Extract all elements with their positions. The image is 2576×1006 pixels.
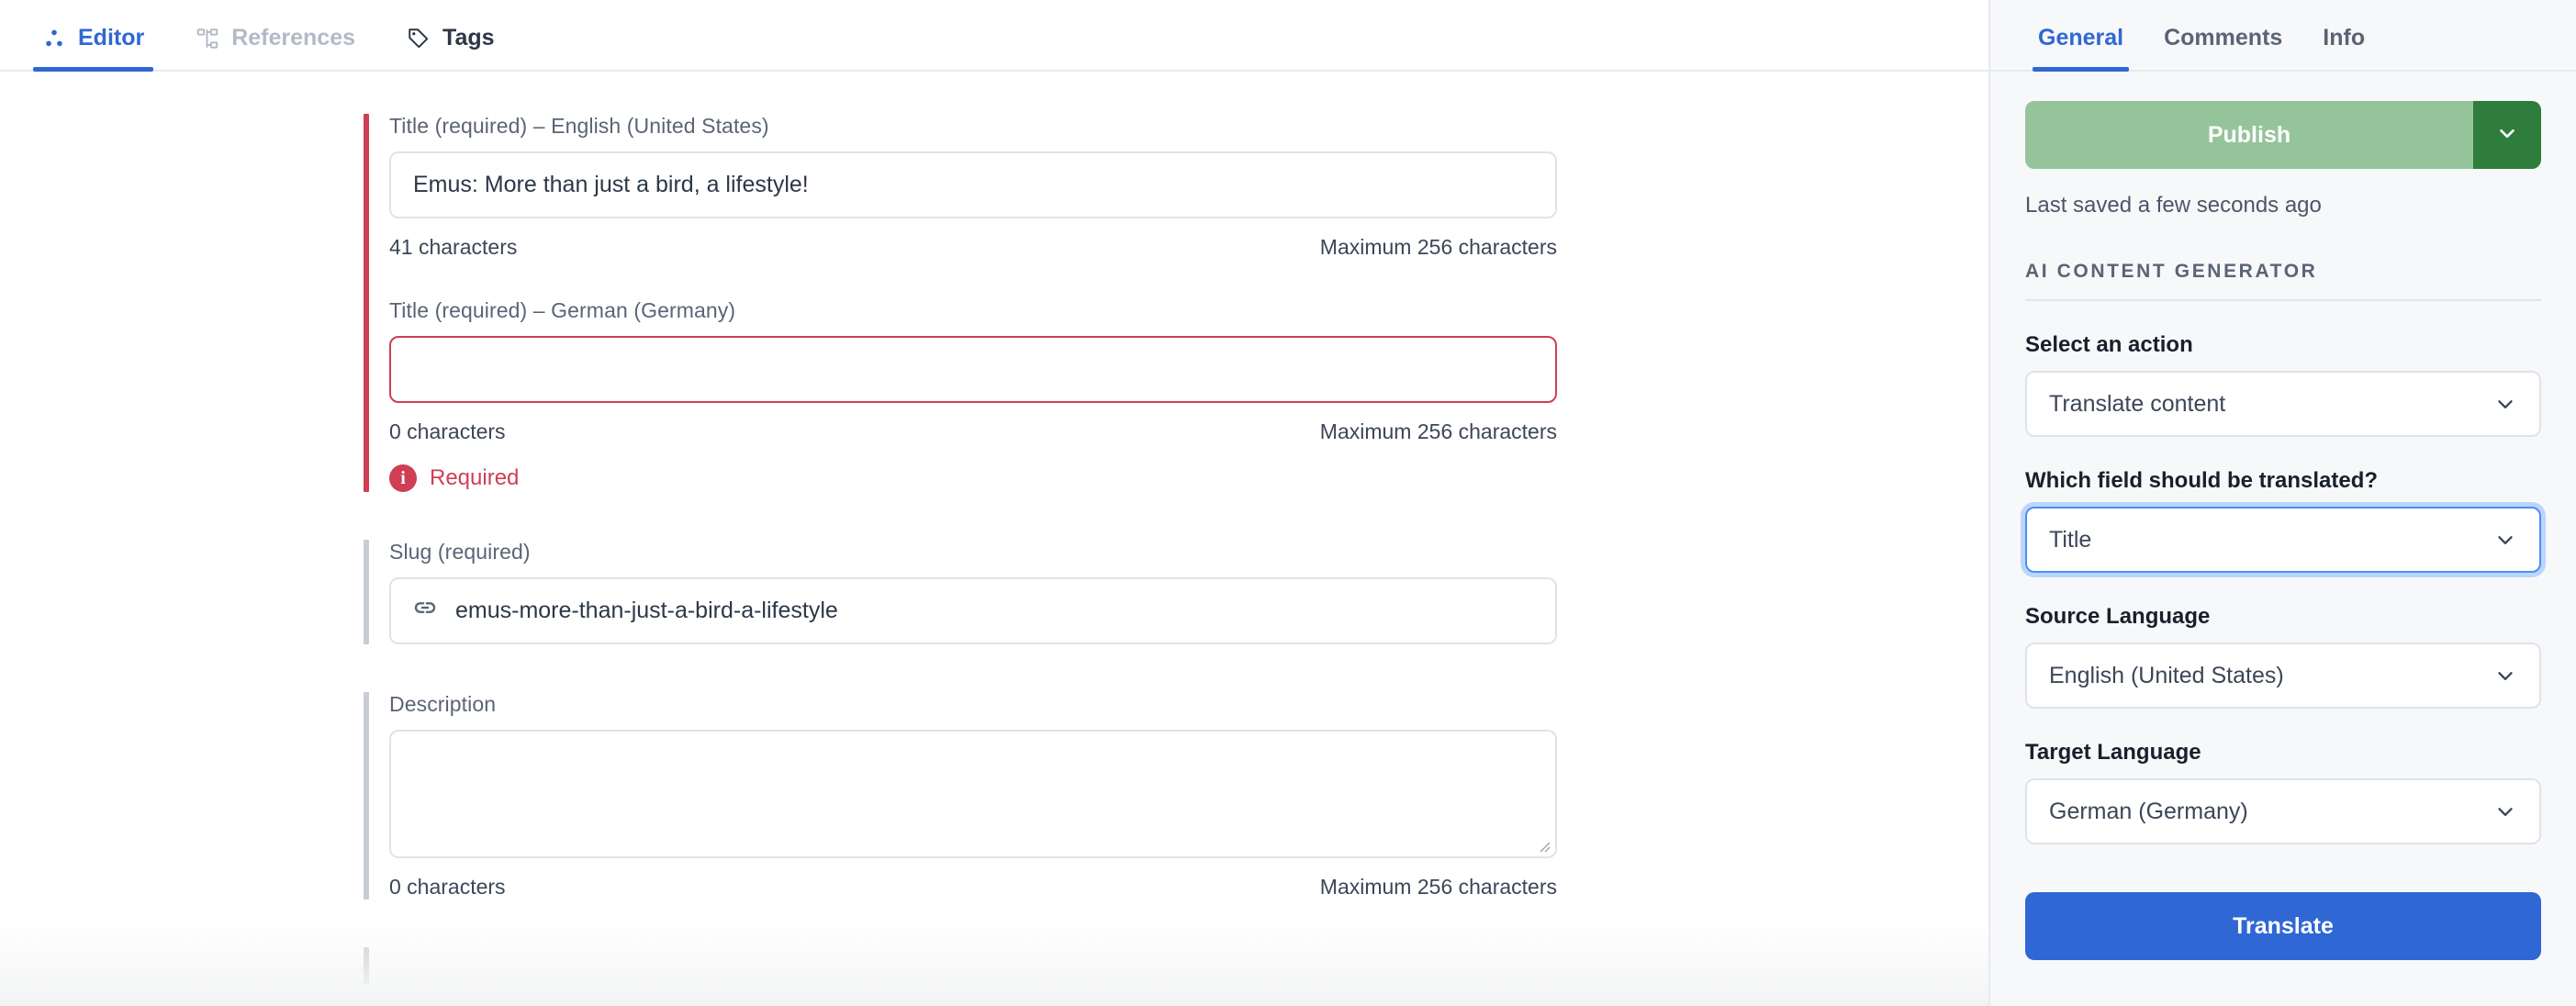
publish-button[interactable]: Publish [2025,101,2473,169]
last-saved-status: Last saved a few seconds ago [2025,193,2322,218]
tab-tags[interactable]: Tags [381,25,521,70]
editor-form: Title (required) – English (United State… [364,72,1557,984]
title-de-input[interactable] [389,336,1557,403]
editor-dots-icon [42,27,66,50]
source-language-label: Source Language [2025,604,2211,629]
link-icon [411,594,439,628]
slug-value: emus-more-than-just-a-bird-a-lifestyle [455,598,838,623]
chevron-down-icon [2493,392,2517,416]
editor-tabbar: Editor References Tags [0,0,1988,72]
chevron-down-icon [2493,799,2517,823]
chevron-down-icon [2495,121,2519,150]
target-language-label: Target Language [2025,740,2201,765]
title-en-meta: 41 characters Maximum 256 characters [389,235,1557,260]
tab-editor-label: Editor [78,25,145,50]
title-de-meta: 0 characters Maximum 256 characters [389,419,1557,444]
field-group-title: Title (required) – English (United State… [364,114,1557,492]
description-char-count: 0 characters [389,875,506,899]
field-title-de-label: Title (required) – German (Germany) [389,298,736,322]
tab-references-label: References [231,25,356,50]
info-circle-icon: i [389,464,417,492]
field-group-description: Description 0 characters Maximum 256 cha… [364,692,1557,900]
tab-editor[interactable]: Editor [17,25,170,72]
title-en-input[interactable]: Emus: More than just a bird, a lifestyle… [389,151,1557,218]
side-panel-tabbar: General Comments Info [1990,0,2576,72]
select-action-value: Translate content [2049,390,2226,417]
description-meta: 0 characters Maximum 256 characters [389,875,1557,900]
which-field-value: Title [2049,526,2092,553]
tab-general[interactable]: General [2018,25,2144,72]
which-field-label: Which field should be translated? [2025,468,2379,493]
field-description-label: Description [389,692,497,716]
select-action-dropdown[interactable]: Translate content [2025,371,2541,437]
select-action-label: Select an action [2025,332,2193,357]
description-max-chars: Maximum 256 characters [1319,875,1557,899]
tab-info[interactable]: Info [2302,25,2385,70]
target-language-dropdown[interactable]: German (Germany) [2025,778,2541,844]
field-group-slug: Slug (required) emus-more-than-just-a-bi… [364,540,1557,644]
source-language-dropdown[interactable]: English (United States) [2025,643,2541,709]
title-en-char-count: 41 characters [389,235,518,259]
source-language-value: English (United States) [2049,662,2284,688]
chevron-down-icon [2493,528,2517,552]
field-slug-label: Slug (required) [389,540,531,564]
side-panel: General Comments Info Publish Last saved… [1988,0,2576,1006]
field-group-next [364,947,1557,984]
publish-button-group: Publish [2025,101,2541,169]
target-language-value: German (Germany) [2049,798,2248,824]
publish-options-button[interactable] [2473,101,2541,169]
references-sitemap-icon [196,27,219,50]
chevron-down-icon [2493,664,2517,687]
slug-input[interactable]: emus-more-than-just-a-bird-a-lifestyle [389,577,1557,644]
resize-handle-icon[interactable] [1536,838,1551,853]
title-de-error-text: Required [430,465,520,490]
field-title-de: Title (required) – German (Germany) 0 ch… [389,298,1557,492]
title-de-error: i Required [389,464,1557,492]
tab-comments[interactable]: Comments [2144,25,2302,70]
title-de-max-chars: Maximum 256 characters [1319,419,1557,443]
which-field-dropdown[interactable]: Title [2025,507,2541,573]
field-title-en-label: Title (required) – English (United State… [389,114,769,138]
app-root: Editor References Tags Title (required) … [0,0,2576,1006]
field-title-en: Title (required) – English (United State… [389,114,1557,260]
tag-icon [407,27,431,50]
tab-references[interactable]: References [170,25,381,70]
tab-tags-label: Tags [442,25,495,50]
ai-content-generator-heading: AI CONTENT GENERATOR [2025,261,2541,301]
translate-button[interactable]: Translate [2025,892,2541,960]
title-en-max-chars: Maximum 256 characters [1319,235,1557,259]
description-textarea[interactable] [389,730,1557,858]
editor-pane: Editor References Tags Title (required) … [0,0,1988,1006]
side-panel-body: Publish Last saved a few seconds ago AI … [1990,72,2576,960]
title-de-char-count: 0 characters [389,419,506,443]
editor-scroll-area: Title (required) – English (United State… [0,72,1988,1006]
